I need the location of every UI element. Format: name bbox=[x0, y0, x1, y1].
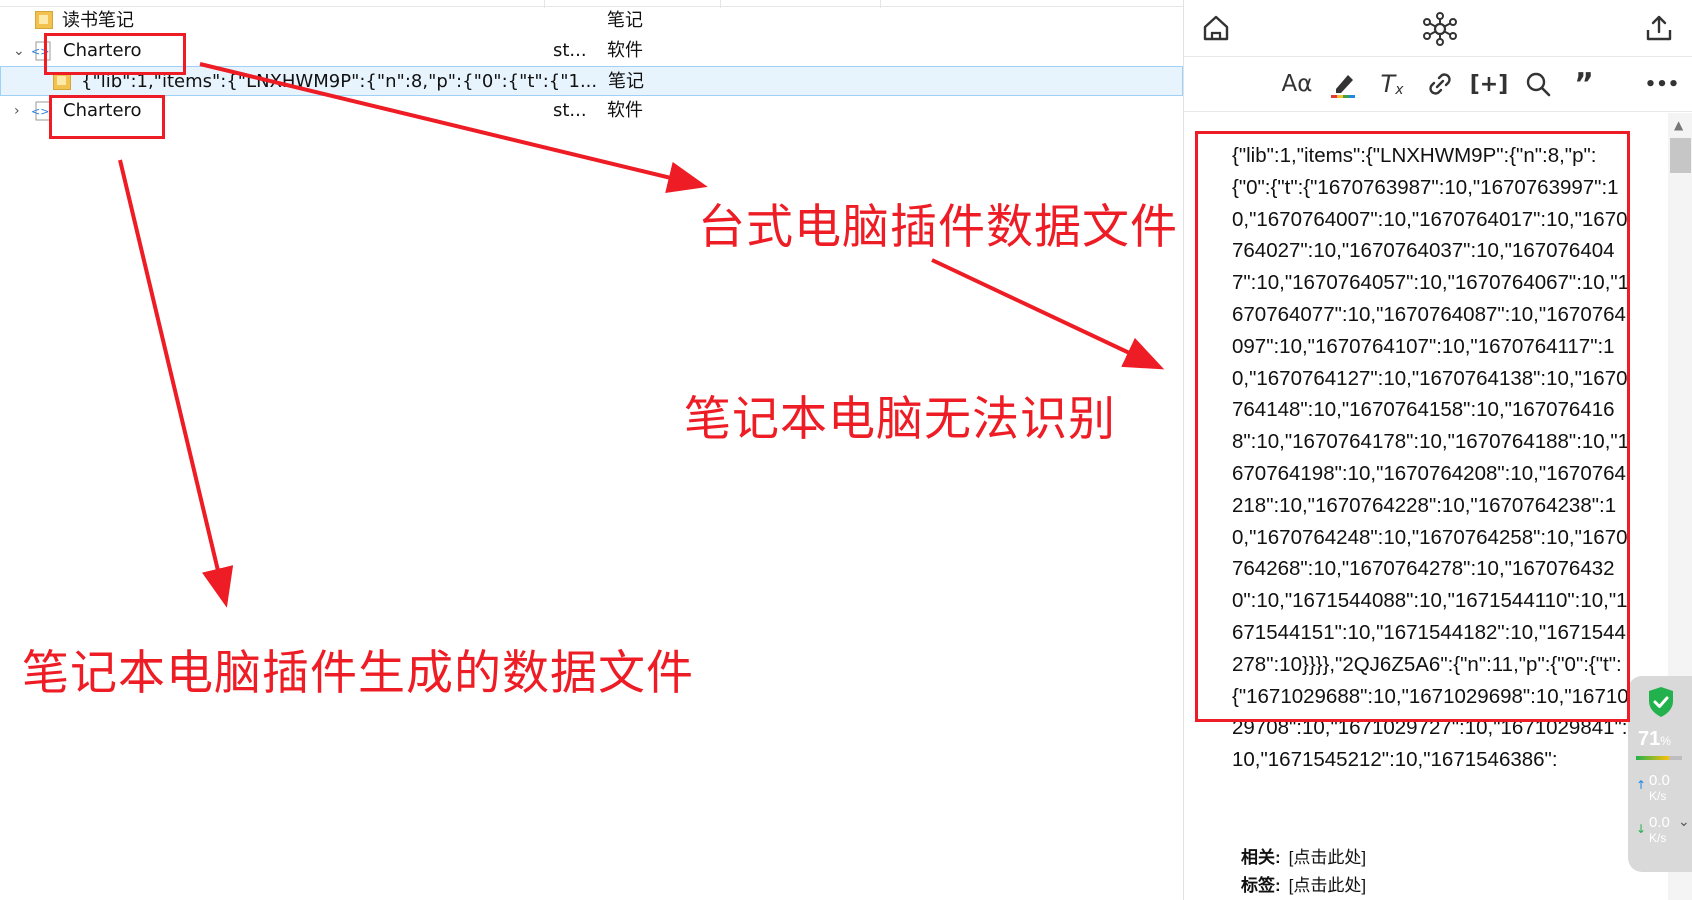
annotation-desktop-data: 台式电脑插件数据文件 bbox=[698, 200, 1178, 255]
annotation-laptop-generated: 笔记本电脑插件生成的数据文件 bbox=[22, 646, 694, 701]
arrow-to-note-content bbox=[931, 258, 1165, 370]
arrow-to-desktop-label bbox=[199, 62, 708, 194]
arrow-to-laptop-label bbox=[118, 159, 234, 608]
annotation-laptop-unrecognized: 笔记本电脑无法识别 bbox=[684, 392, 1116, 447]
annotation-arrows bbox=[118, 62, 1165, 608]
